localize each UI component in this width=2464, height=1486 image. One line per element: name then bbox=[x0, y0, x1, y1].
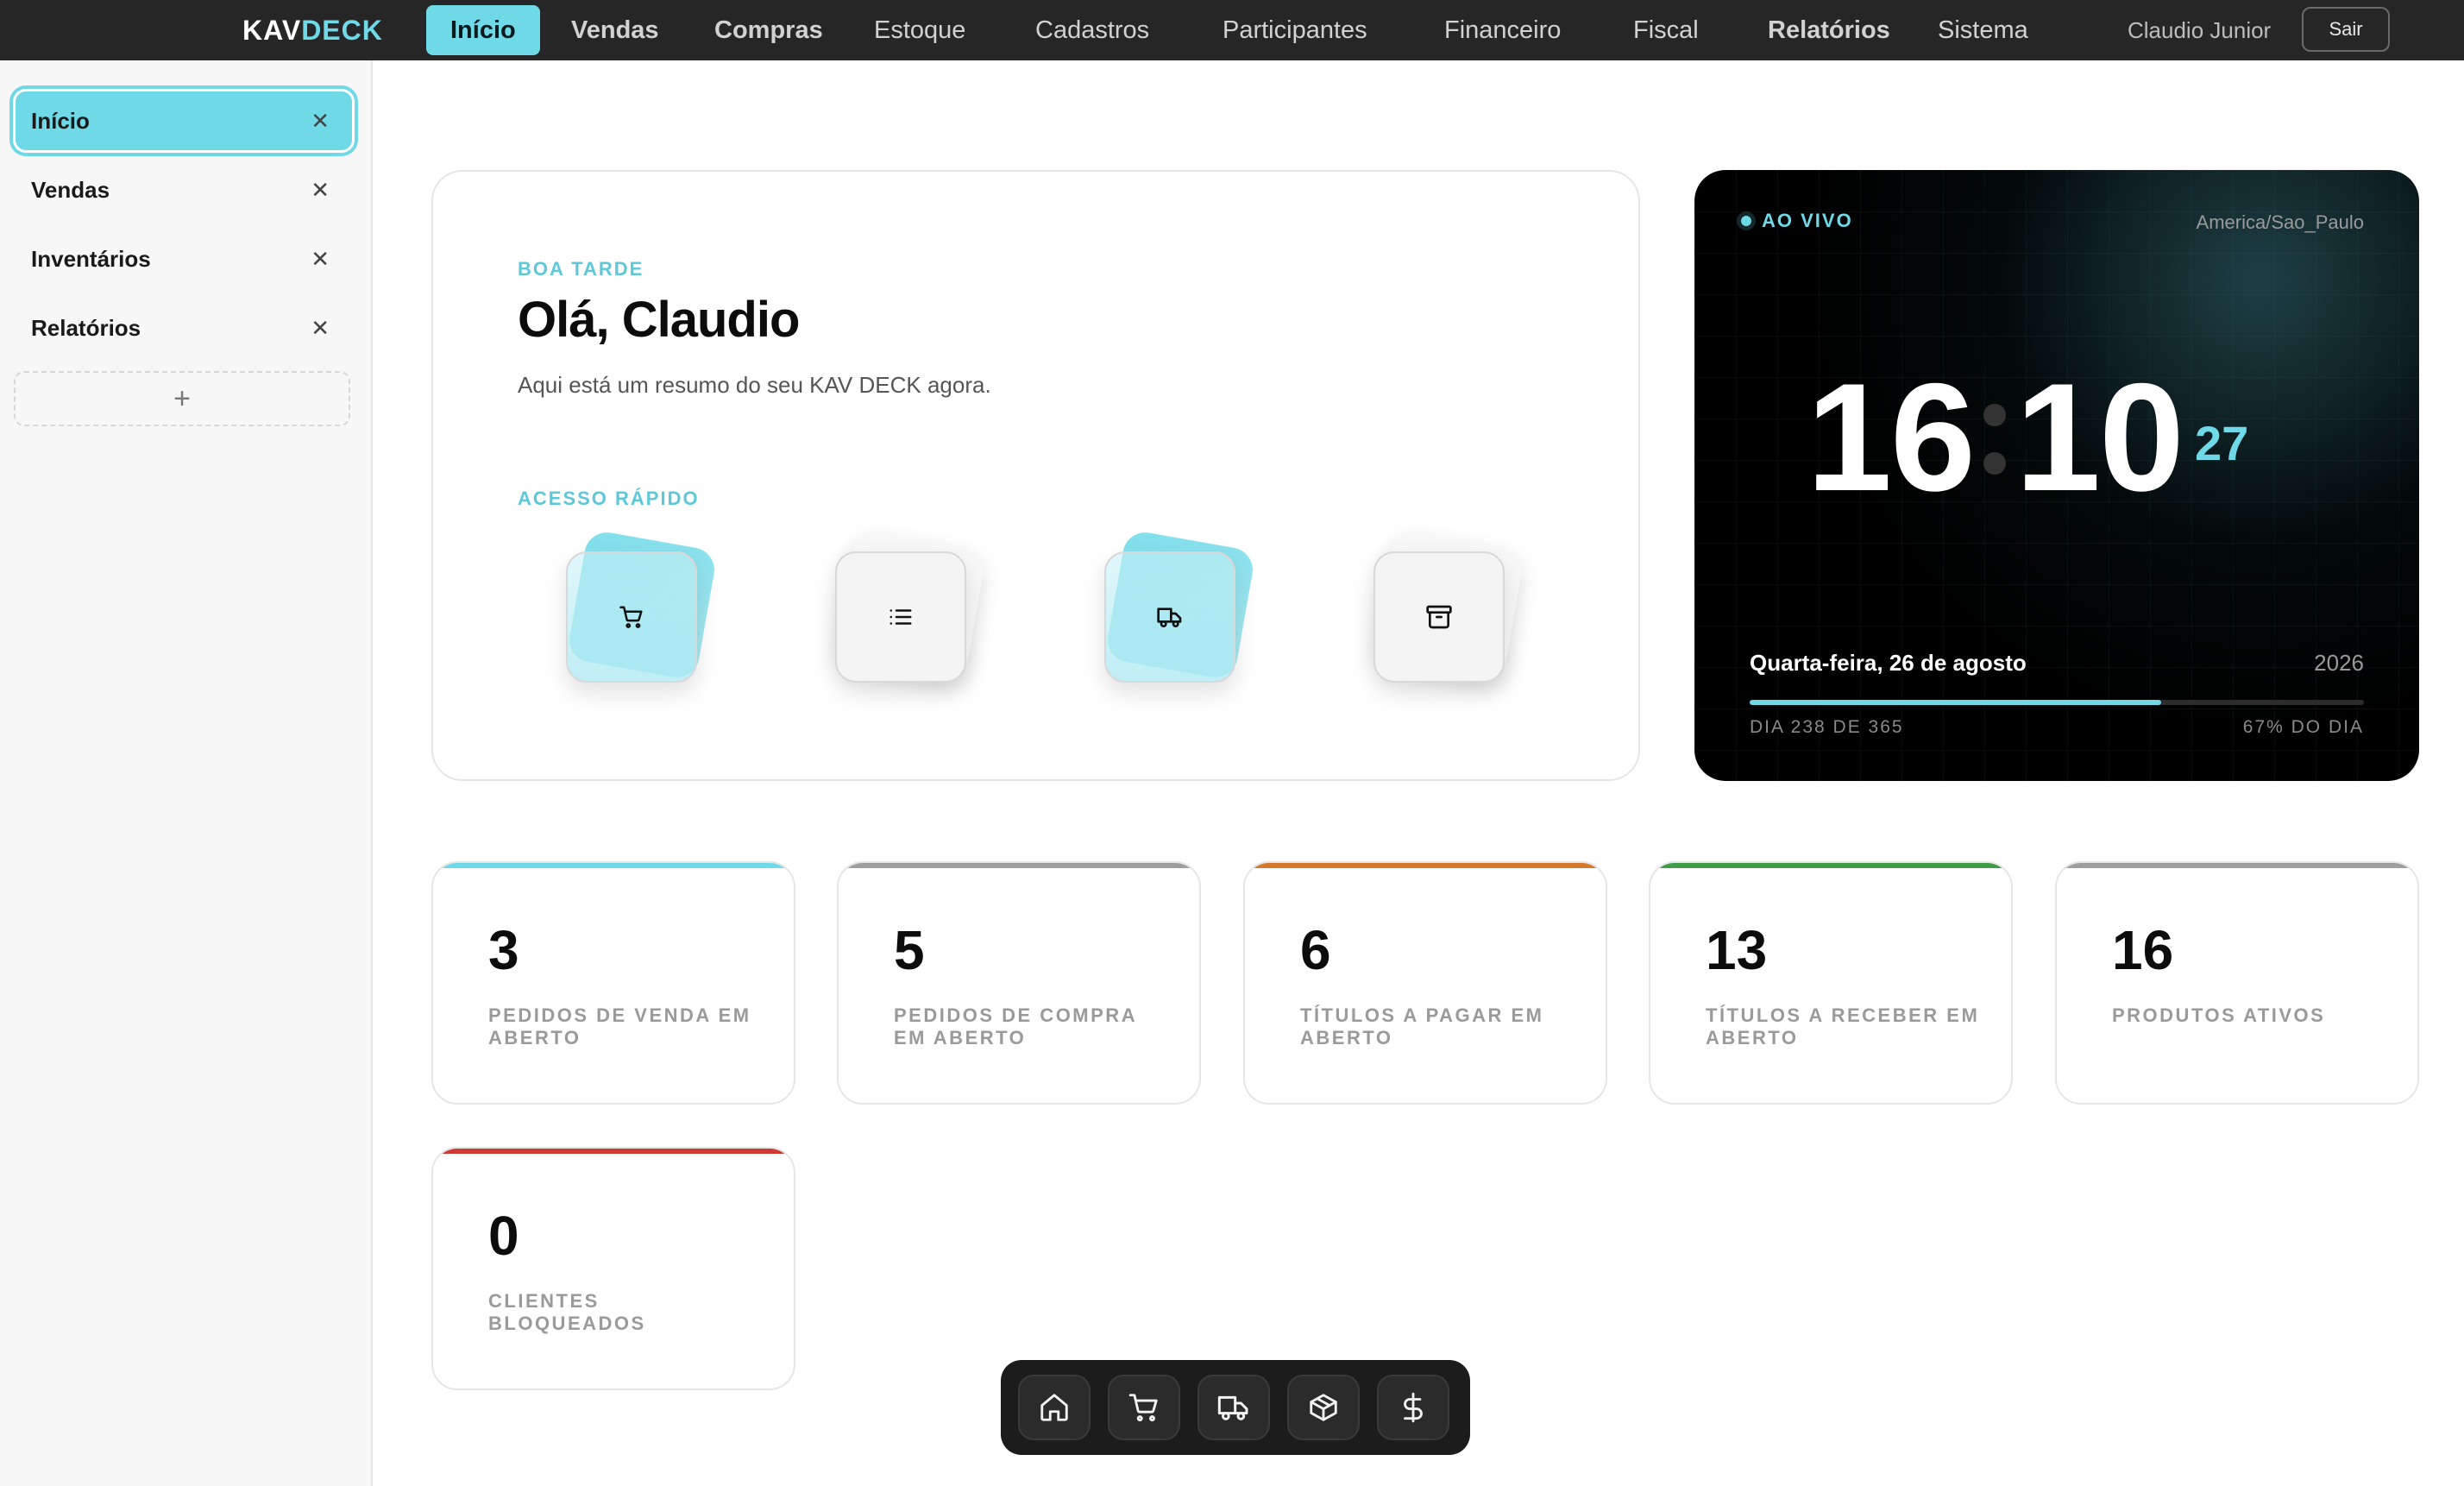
sidebar-tab-vendas[interactable]: Vendas ✕ bbox=[16, 161, 352, 219]
clock-separator bbox=[1977, 390, 2012, 485]
logo-text-deck: DECK bbox=[301, 15, 383, 46]
logout-button[interactable]: Sair bbox=[2302, 7, 2390, 52]
sidebar-tab-inventarios[interactable]: Inventários ✕ bbox=[16, 230, 352, 288]
stat-value: 0 bbox=[488, 1205, 519, 1267]
quick-access-label: ACESSO RÁPIDO bbox=[518, 488, 700, 509]
stat-card-active-products[interactable]: 16 PRODUTOS ATIVOS bbox=[2055, 861, 2419, 1105]
welcome-card: BOA TARDE Olá, Claudio Aqui está um resu… bbox=[431, 170, 1640, 781]
page-title: Olá, Claudio bbox=[518, 292, 800, 348]
stat-label: PRODUTOS ATIVOS bbox=[2112, 1004, 2326, 1026]
day-progress-fill bbox=[1750, 700, 2162, 705]
quick-access-list-button[interactable] bbox=[834, 528, 988, 689]
nav-item-vendas[interactable]: Vendas bbox=[547, 5, 683, 55]
truck-icon bbox=[1217, 1395, 1248, 1420]
nav-item-cadastros[interactable]: Cadastros bbox=[1011, 5, 1173, 55]
home-icon bbox=[1040, 1394, 1068, 1421]
stat-accent-bar bbox=[433, 1149, 794, 1154]
timezone-label: America/Sao_Paulo bbox=[2196, 211, 2364, 233]
stat-value: 3 bbox=[488, 919, 519, 981]
user-name: Claudio Junior bbox=[2128, 17, 2272, 43]
sidebar-tab-label: Vendas bbox=[31, 176, 110, 203]
sidebar-tab-label: Início bbox=[31, 107, 90, 134]
stat-label: CLIENTES BLOQUEADOS bbox=[488, 1290, 646, 1334]
nav-item-financeiro[interactable]: Financeiro bbox=[1420, 5, 1585, 55]
cart-icon bbox=[1128, 1394, 1158, 1422]
stat-label: TÍTULOS A RECEBER EM ABERTO bbox=[1706, 1004, 1980, 1048]
dock-sales-button[interactable] bbox=[1108, 1375, 1180, 1440]
logo-text-kav: KAV bbox=[242, 15, 302, 46]
stat-value: 13 bbox=[1706, 919, 1768, 981]
sidebar-tab-label: Inventários bbox=[31, 245, 151, 272]
welcome-subtitle: Aqui está um resumo do seu KAV DECK agor… bbox=[518, 372, 991, 398]
clock-date: Quarta-feira, 26 de agosto bbox=[1750, 650, 2027, 676]
day-percent-label: 67% DO DIA bbox=[2242, 717, 2364, 737]
nav-item-relatorios[interactable]: Relatórios bbox=[1744, 5, 1914, 55]
add-tab-button[interactable]: + bbox=[14, 371, 350, 426]
stat-accent-bar bbox=[2057, 863, 2417, 868]
quick-access-purchases-button[interactable] bbox=[1103, 528, 1257, 689]
nav-item-estoque[interactable]: Estoque bbox=[850, 5, 990, 55]
clock-minutes: 10 bbox=[2015, 351, 2184, 523]
nav-item-sistema[interactable]: Sistema bbox=[1914, 5, 2052, 55]
stat-card-open-sales-orders[interactable]: 3 PEDIDOS DE VENDA EM ABERTO bbox=[431, 861, 795, 1105]
clock-hours: 16 bbox=[1807, 351, 1976, 523]
stat-accent-bar bbox=[433, 863, 794, 868]
nav-item-inicio[interactable]: Início bbox=[426, 5, 540, 55]
stat-accent-bar bbox=[1650, 863, 2011, 868]
sidebar-tab-relatorios[interactable]: Relatórios ✕ bbox=[16, 299, 352, 357]
top-navbar: KAVDECK Início Vendas Compras Estoque Ca… bbox=[0, 0, 2464, 60]
quick-access-sales-button[interactable] bbox=[565, 528, 719, 689]
nav-item-participantes[interactable]: Participantes bbox=[1198, 5, 1392, 55]
stat-value: 16 bbox=[2112, 919, 2174, 981]
stat-accent-bar bbox=[1245, 863, 1606, 868]
day-progress-bar bbox=[1750, 700, 2364, 705]
nav-item-compras[interactable]: Compras bbox=[690, 5, 847, 55]
clock-seconds: 27 bbox=[2195, 415, 2249, 470]
dock-stock-button[interactable] bbox=[1287, 1375, 1360, 1440]
truck-icon bbox=[1157, 608, 1182, 627]
sidebar-tabs: Início ✕ Vendas ✕ Inventários ✕ Relatóri… bbox=[0, 60, 373, 1486]
stat-card-payables[interactable]: 6 TÍTULOS A PAGAR EM ABERTO bbox=[1243, 861, 1607, 1105]
live-indicator: AO VIVO bbox=[1741, 210, 1853, 232]
stat-label: PEDIDOS DE VENDA EM ABERTO bbox=[488, 1004, 751, 1048]
close-icon[interactable]: ✕ bbox=[311, 248, 330, 270]
live-clock-card: AO VIVO America/Sao_Paulo 16 10 27 Quart… bbox=[1694, 170, 2419, 781]
clock-time: 16 10 27 bbox=[1807, 360, 2248, 515]
bottom-dock bbox=[1001, 1360, 1470, 1455]
day-of-year-label: DIA 238 DE 365 bbox=[1750, 717, 1904, 737]
close-icon[interactable]: ✕ bbox=[311, 110, 330, 132]
list-icon bbox=[889, 609, 912, 625]
plus-icon: + bbox=[173, 381, 191, 415]
live-dot-icon bbox=[1741, 216, 1751, 226]
close-icon[interactable]: ✕ bbox=[311, 317, 330, 339]
stat-label: TÍTULOS A PAGAR EM ABERTO bbox=[1300, 1004, 1544, 1048]
stat-value: 5 bbox=[894, 919, 925, 981]
nav-item-fiscal[interactable]: Fiscal bbox=[1609, 5, 1723, 55]
clock-year: 2026 bbox=[2314, 650, 2364, 676]
sidebar-tab-inicio[interactable]: Início ✕ bbox=[16, 91, 352, 150]
dock-purchases-button[interactable] bbox=[1197, 1375, 1270, 1440]
app-logo[interactable]: KAVDECK bbox=[242, 14, 383, 47]
dock-finance-button[interactable] bbox=[1377, 1375, 1449, 1440]
close-icon[interactable]: ✕ bbox=[311, 179, 330, 201]
dock-home-button[interactable] bbox=[1018, 1375, 1091, 1440]
stat-label: PEDIDOS DE COMPRA EM ABERTO bbox=[894, 1004, 1137, 1048]
stat-card-blocked-customers[interactable]: 0 CLIENTES BLOQUEADOS bbox=[431, 1147, 795, 1390]
stat-accent-bar bbox=[839, 863, 1199, 868]
stat-card-open-purchase-orders[interactable]: 5 PEDIDOS DE COMPRA EM ABERTO bbox=[837, 861, 1201, 1105]
archive-icon bbox=[1426, 605, 1452, 629]
greeting-label: BOA TARDE bbox=[518, 258, 644, 280]
box-icon bbox=[1310, 1394, 1337, 1421]
sidebar-tab-label: Relatórios bbox=[31, 314, 141, 341]
stat-card-receivables[interactable]: 13 TÍTULOS A RECEBER EM ABERTO bbox=[1649, 861, 2013, 1105]
live-label: AO VIVO bbox=[1762, 210, 1853, 231]
dollar-icon bbox=[1404, 1392, 1423, 1423]
cart-icon bbox=[619, 606, 643, 628]
quick-access-stock-button[interactable] bbox=[1373, 528, 1526, 689]
stat-value: 6 bbox=[1300, 919, 1331, 981]
